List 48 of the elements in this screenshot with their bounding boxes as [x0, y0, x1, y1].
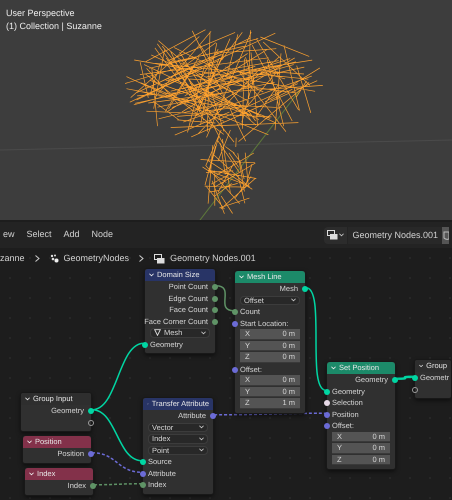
node-link[interactable]: [214, 412, 326, 416]
node-link[interactable]: [92, 452, 142, 473]
node-link[interactable]: [92, 409, 142, 462]
menu-item[interactable]: Add: [64, 228, 80, 242]
socket[interactable]: [140, 459, 146, 465]
shield-icon[interactable]: [442, 226, 449, 244]
breadcrumb[interactable]: zanne: [0, 252, 25, 266]
socket[interactable]: [302, 286, 308, 292]
node-link[interactable]: [216, 285, 234, 312]
chevron-icon[interactable]: [149, 273, 154, 277]
viewport[interactable]: User Perspective (1) Collection | Suzanne: [0, 0, 452, 220]
socket[interactable]: [324, 400, 330, 406]
socket[interactable]: [392, 377, 398, 383]
node-link[interactable]: [396, 376, 414, 380]
socket[interactable]: [412, 386, 418, 392]
chevron-icon[interactable]: [29, 472, 34, 476]
caret-icon: [199, 448, 204, 452]
caret-icon: [291, 298, 296, 302]
node-link[interactable]: [92, 342, 144, 410]
chevron-right-icon: [34, 255, 40, 262]
chevron-icon[interactable]: [27, 440, 32, 444]
viewport-info: User Perspective: [6, 7, 76, 20]
menu-item[interactable]: Select: [26, 228, 52, 242]
triangle-icon: [154, 329, 161, 336]
caret-icon: [201, 330, 206, 335]
socket[interactable]: [412, 375, 418, 381]
node-link[interactable]: [94, 483, 142, 486]
caret-icon: [199, 436, 204, 441]
node-link[interactable]: [306, 287, 326, 391]
socket[interactable]: [88, 408, 94, 414]
chevron-icon[interactable]: [419, 364, 424, 368]
caret-icon: [199, 425, 204, 430]
socket[interactable]: [142, 342, 148, 348]
breadcrumb[interactable]: GeometryNodes: [64, 252, 130, 266]
caret-icon: [339, 233, 344, 237]
breadcrumb[interactable]: Geometry Nodes.001: [170, 252, 256, 266]
menu-item[interactable]: Node: [92, 228, 114, 242]
node-tree-icon: [154, 254, 166, 264]
chevron-right-icon: [139, 255, 144, 262]
menu-item[interactable]: ew: [3, 228, 15, 242]
socket[interactable]: [88, 420, 94, 426]
viewport-info: (1) Collection | Suzanne: [6, 20, 102, 33]
socket[interactable]: [324, 388, 330, 394]
editor-type-button[interactable]: [324, 226, 348, 244]
nodes-icon: [50, 254, 59, 264]
chevron-icon[interactable]: [25, 397, 30, 401]
node-tree-icon: [327, 230, 338, 240]
node-tree-field[interactable]: Geometry Nodes.001: [348, 226, 442, 244]
